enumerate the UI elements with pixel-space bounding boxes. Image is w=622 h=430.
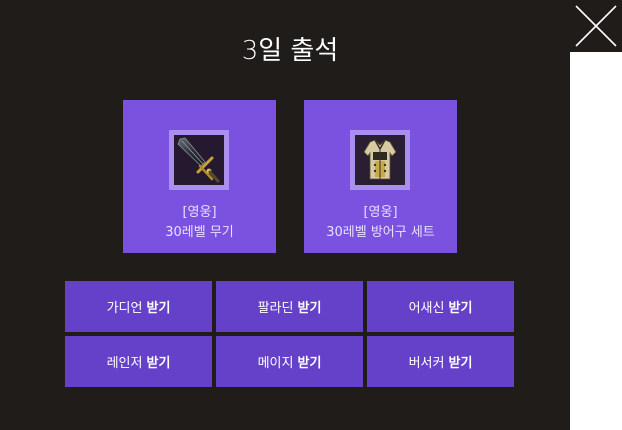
item-slot [350, 130, 410, 190]
sword-icon [174, 135, 224, 185]
item-slot [169, 130, 229, 190]
claim-label: 받기 [448, 301, 473, 316]
claim-label: 받기 [146, 356, 171, 371]
claim-berserker-button[interactable]: 버서커 받기 [367, 336, 514, 387]
class-name: 어새신 [408, 301, 445, 316]
reward-card-armor: [영웅] 30레벨 방어구 세트 [304, 100, 457, 253]
attendance-panel: 3일 출석 [영웅] 30레벨 무기 [영웅] 30레벨 방어구 세트 가디언 … [0, 0, 570, 430]
claim-paladin-button[interactable]: 팔라딘 받기 [216, 281, 363, 332]
reward-card-weapon: [영웅] 30레벨 무기 [123, 100, 276, 253]
panel-title: 3일 출석 [241, 36, 339, 66]
item-name: 30레벨 방어구 세트 [326, 225, 435, 240]
claim-guardian-button[interactable]: 가디언 받기 [65, 281, 212, 332]
item-name: 30레벨 무기 [165, 225, 234, 240]
close-button[interactable] [570, 0, 622, 52]
claim-label: 받기 [448, 356, 473, 371]
armor-icon [355, 135, 405, 185]
class-name: 메이지 [257, 356, 294, 371]
claim-label: 받기 [297, 356, 322, 371]
claim-ranger-button[interactable]: 레인저 받기 [65, 336, 212, 387]
claim-mage-button[interactable]: 메이지 받기 [216, 336, 363, 387]
item-grade: [영웅] [363, 205, 398, 220]
class-name: 버서커 [408, 356, 445, 371]
class-name: 팔라딘 [257, 301, 294, 316]
close-icon [575, 5, 617, 47]
class-name: 레인저 [106, 356, 143, 371]
item-grade: [영웅] [182, 205, 217, 220]
class-name: 가디언 [106, 301, 143, 316]
claim-assassin-button[interactable]: 어새신 받기 [367, 281, 514, 332]
claim-label: 받기 [297, 301, 322, 316]
claim-label: 받기 [146, 301, 171, 316]
